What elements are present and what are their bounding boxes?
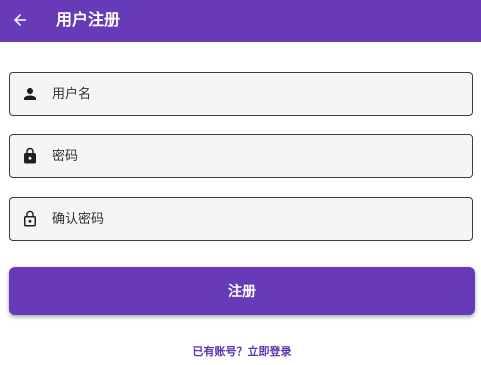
arrow-left-icon (14, 14, 26, 26)
back-button[interactable] (8, 6, 32, 34)
lock-outline-icon (21, 210, 39, 228)
app-bar: 用户注册 (0, 0, 481, 42)
password-input[interactable] (52, 135, 462, 177)
lock-icon (21, 147, 39, 165)
person-icon (21, 85, 39, 103)
username-field[interactable] (9, 72, 473, 116)
username-input[interactable] (52, 73, 462, 115)
register-button[interactable]: 注册 (9, 267, 475, 315)
confirm-password-input[interactable] (52, 198, 462, 240)
login-link[interactable]: 已有账号？立即登录 (0, 343, 481, 359)
page-title: 用户注册 (56, 10, 121, 29)
password-field[interactable] (9, 134, 473, 178)
confirm-password-field[interactable] (9, 197, 473, 241)
